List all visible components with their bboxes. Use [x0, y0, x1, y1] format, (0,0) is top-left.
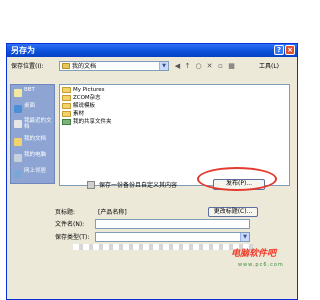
filename-field[interactable]	[95, 219, 250, 229]
save-location-select[interactable]: 我的文档 ▼	[59, 61, 169, 71]
filename-label: 文件名(N):	[55, 221, 85, 228]
place-recent-documents[interactable]: 我最近的文档	[13, 118, 55, 132]
place-bbt[interactable]: BBT	[13, 87, 55, 101]
place-label: 我的文档	[24, 136, 47, 142]
save-type-label: 保存类型(T):	[55, 234, 90, 241]
help-button[interactable]: ?	[274, 45, 284, 55]
title-bar: 另存为 ? ×	[7, 44, 297, 57]
place-my-documents[interactable]: 我的文档	[13, 136, 55, 150]
save-type-select[interactable]: ▼	[95, 232, 250, 242]
tools-menu[interactable]: 工具(L)	[259, 62, 279, 71]
list-item-label: 我的共享文件夹	[73, 119, 112, 125]
search-icon[interactable]: ○	[194, 62, 203, 71]
my-computer-icon	[14, 154, 22, 162]
watermark-url: www.pc6.com	[238, 262, 284, 268]
place-label: 网上邻居	[24, 168, 47, 174]
place-desktop[interactable]: 桌面	[13, 103, 55, 117]
place-network[interactable]: 网上邻居	[13, 168, 55, 182]
backup-icon	[87, 181, 95, 189]
backup-option[interactable]: 保存一份备份且自定义其内容	[99, 181, 177, 190]
publish-button[interactable]: 发布(P)...	[213, 179, 265, 190]
desktop-icon	[14, 105, 22, 113]
folder-icon	[62, 63, 70, 69]
folder-icon	[62, 95, 71, 101]
network-icon	[14, 170, 22, 178]
place-my-computer[interactable]: 我的电脑	[13, 152, 55, 166]
shared-folder-icon	[62, 119, 71, 125]
page-title-label: 页标题:	[55, 209, 76, 216]
recent-docs-icon	[14, 120, 22, 128]
place-label: BBT	[24, 87, 35, 93]
place-label: 我最近的文档	[24, 118, 52, 130]
dialog-title: 另存为	[11, 46, 35, 55]
views-icon[interactable]: ▦	[227, 62, 236, 71]
my-documents-icon	[14, 138, 22, 146]
chevron-down-icon[interactable]: ▼	[159, 62, 168, 70]
list-item-label: My Pictures	[73, 87, 105, 93]
folder-icon	[62, 87, 71, 93]
list-item-label: 解说模板	[73, 103, 96, 109]
save-location-label: 保存位置(I):	[11, 63, 44, 70]
place-label: 我的电脑	[24, 152, 47, 158]
change-title-button[interactable]: 更改标题(C)...	[208, 207, 258, 217]
new-folder-icon[interactable]: ▫	[216, 62, 225, 71]
up-folder-icon[interactable]: ↑	[183, 62, 192, 71]
page-title-value: [产品名称]	[98, 209, 127, 216]
watermark-logo: 电脑软件吧	[231, 249, 277, 259]
file-list[interactable]: My Pictures ZCOM杂志 解说模板 素材 我的共享文件夹	[59, 84, 290, 186]
recent-icon	[14, 89, 22, 97]
close-button[interactable]: ×	[285, 45, 295, 55]
list-item-label: ZCOM杂志	[73, 95, 101, 101]
delete-icon[interactable]: ✕	[205, 62, 214, 71]
folder-icon	[62, 111, 71, 117]
place-label: 桌面	[24, 103, 36, 109]
save-location-value: 我的文档	[72, 63, 97, 70]
back-icon[interactable]: ◀	[173, 62, 182, 71]
list-item-label: 素材	[73, 111, 85, 117]
chevron-down-icon[interactable]: ▼	[240, 233, 249, 241]
places-bar: BBT 桌面 我最近的文档 我的文档 我的电脑 网上邻居	[10, 84, 55, 184]
watermark-strip	[73, 244, 253, 250]
folder-icon	[62, 103, 71, 109]
